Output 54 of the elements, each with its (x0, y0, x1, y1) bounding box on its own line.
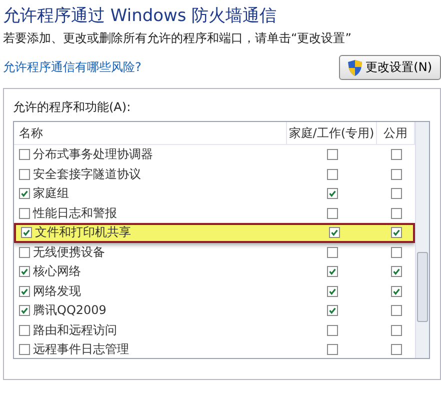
change-settings-button[interactable]: 更改设置(N) (338, 55, 441, 80)
checkbox[interactable] (390, 286, 402, 297)
column-header[interactable]: 家庭/工作(专用) (287, 122, 377, 144)
checkbox[interactable] (328, 227, 340, 238)
scrollbar[interactable] (415, 122, 429, 358)
risk-link[interactable]: 允许程序通信有哪些风险? (3, 59, 142, 76)
program-name: 文件和打印机共享 (35, 224, 131, 242)
checkbox[interactable] (390, 324, 402, 336)
checkbox[interactable] (326, 188, 338, 200)
checkbox[interactable] (19, 324, 30, 336)
checkbox[interactable] (390, 227, 402, 238)
highlighted-row[interactable]: 文件和打印机共享 (14, 223, 415, 242)
program-name: 性能日志和警报 (33, 204, 117, 222)
checkbox[interactable] (326, 324, 338, 336)
checkbox[interactable] (326, 149, 338, 160)
checkbox[interactable] (390, 149, 402, 160)
program-name: 分布式事务处理协调器 (33, 146, 153, 164)
shield-icon (348, 60, 362, 76)
checkbox[interactable] (390, 344, 402, 356)
checkbox[interactable] (390, 168, 402, 180)
program-name: 核心网络 (33, 263, 81, 280)
checkbox[interactable] (390, 208, 402, 219)
checkbox[interactable] (326, 305, 338, 316)
checkbox[interactable] (19, 266, 30, 278)
checkbox[interactable] (390, 266, 402, 278)
group-label: 允许的程序和功能(A): (13, 99, 132, 116)
checkbox[interactable] (19, 286, 30, 297)
checkbox[interactable] (326, 208, 338, 219)
program-name: 远程事件日志管理 (33, 341, 129, 358)
program-name: 家庭组 (33, 185, 69, 202)
checkbox[interactable] (19, 188, 30, 200)
checkbox[interactable] (390, 188, 402, 200)
page-title: 允许程序通过 Windows 防火墙通信 (3, 5, 278, 28)
checkbox[interactable] (19, 168, 30, 180)
checkbox[interactable] (326, 168, 338, 180)
checkbox[interactable] (19, 208, 30, 219)
program-name: 腾讯QQ2009 (33, 302, 106, 320)
program-name: 网络发现 (33, 282, 81, 300)
program-name: 路由和远程访问 (33, 322, 117, 339)
checkbox[interactable] (19, 149, 30, 160)
checkbox[interactable] (19, 246, 30, 258)
program-name: 安全套接字隧道协议 (33, 166, 141, 183)
instruction-text: 若要添加、更改或删除所有允许的程序和端口，请单击“更改设置” (3, 30, 352, 47)
checkbox[interactable] (326, 286, 338, 297)
column-header[interactable]: 名称 (14, 122, 287, 144)
checkbox[interactable] (390, 246, 402, 258)
checkbox[interactable] (326, 266, 338, 278)
checkbox[interactable] (326, 344, 338, 356)
program-name: 无线便携设备 (33, 244, 105, 261)
checkbox[interactable] (19, 305, 30, 316)
checkbox[interactable] (19, 344, 30, 356)
checkbox[interactable] (390, 305, 402, 316)
checkbox[interactable] (21, 227, 32, 238)
checkbox[interactable] (326, 246, 338, 258)
